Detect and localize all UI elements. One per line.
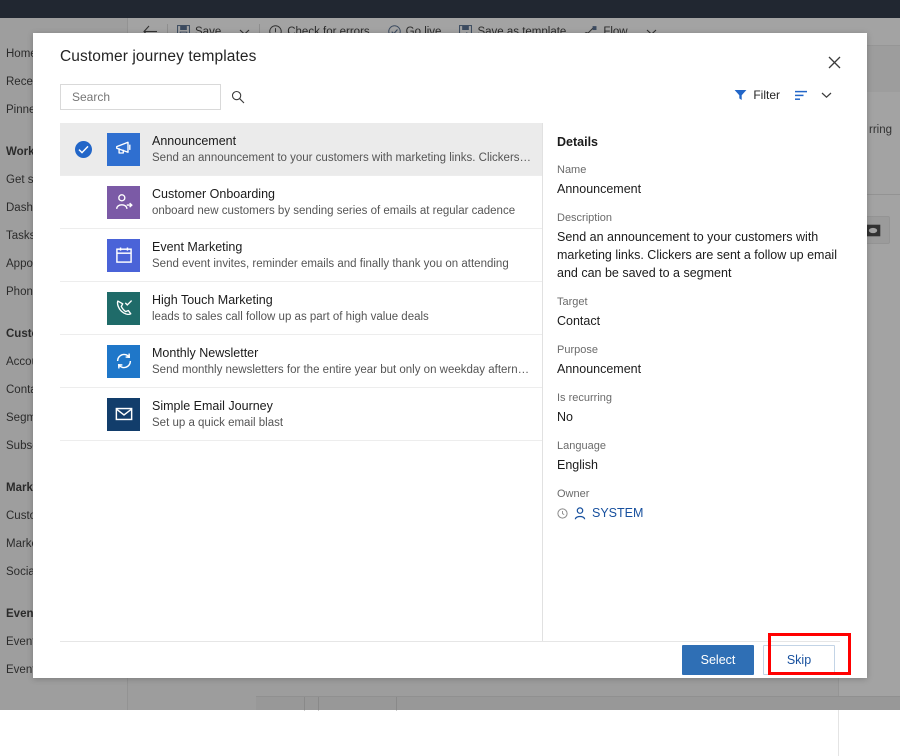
search-input[interactable]: [61, 90, 231, 104]
presence-icon: [557, 507, 568, 519]
template-text: Monthly Newsletter Send monthly newslette…: [152, 345, 542, 378]
detail-field-value: Contact: [557, 314, 601, 328]
filter-controls: Filter: [728, 85, 837, 105]
megaphone-icon: [107, 132, 140, 166]
skip-button[interactable]: Skip: [763, 644, 835, 675]
calendar-icon: [107, 238, 140, 272]
template-description: Set up a quick email blast: [152, 416, 284, 429]
detail-field-label: Purpose: [557, 344, 598, 356]
template-text: Announcement Send an announcement to your…: [152, 133, 542, 166]
template-name: Monthly Newsletter: [152, 345, 259, 360]
search-button[interactable]: [231, 85, 245, 109]
template-list-item[interactable]: Customer Onboarding onboard new customers…: [60, 176, 542, 229]
detail-field-label: Description: [557, 212, 613, 224]
detail-field-label: Language: [557, 440, 606, 452]
chevron-down-icon: [821, 92, 832, 99]
detail-field: Description Send an announcement to your …: [557, 211, 867, 282]
template-text: Event Marketing Send event invites, remin…: [152, 239, 517, 272]
owner-label: Owner: [557, 488, 590, 500]
select-button[interactable]: Select: [682, 644, 754, 675]
detail-field: Language English: [557, 439, 867, 474]
template-description: Send monthly newsletters for the entire …: [152, 363, 534, 376]
template-text: Simple Email Journey Set up a quick email…: [152, 398, 291, 431]
template-description: Send an announcement to your customers w…: [152, 151, 534, 164]
owner-field: Owner SYSTEM: [557, 487, 867, 520]
template-name: High Touch Marketing: [152, 292, 273, 307]
detail-field: Purpose Announcement: [557, 343, 867, 378]
detail-field-label: Is recurring: [557, 392, 613, 404]
template-name: Event Marketing: [152, 239, 243, 254]
template-name: Customer Onboarding: [152, 186, 275, 201]
search-icon: [231, 90, 245, 104]
detail-field-value: Send an announcement to your customers w…: [557, 230, 837, 280]
template-list-item[interactable]: Event Marketing Send event invites, remin…: [60, 229, 542, 282]
template-list-item[interactable]: High Touch Marketing leads to sales call …: [60, 282, 542, 335]
phone-check-icon: [107, 291, 140, 325]
detail-field-value: No: [557, 410, 573, 424]
template-list-item[interactable]: Monthly Newsletter Send monthly newslette…: [60, 335, 542, 388]
owner-name-link[interactable]: SYSTEM: [592, 506, 643, 520]
template-list-item[interactable]: Simple Email Journey Set up a quick email…: [60, 388, 542, 441]
dialog-title: Customer journey templates: [60, 48, 257, 65]
close-button[interactable]: [819, 47, 849, 77]
details-heading: Details: [557, 135, 598, 149]
dialog-toolbar: Filter: [33, 81, 867, 123]
template-description: onboard new customers by sending series …: [152, 204, 516, 217]
filter-button[interactable]: Filter: [728, 85, 786, 105]
template-text: High Touch Marketing leads to sales call …: [152, 292, 437, 325]
template-select-checkbox[interactable]: [60, 140, 107, 158]
detail-field-label: Name: [557, 164, 587, 176]
template-list[interactable]: Announcement Send an announcement to your…: [60, 123, 543, 641]
detail-field-value: Announcement: [557, 362, 642, 376]
sort-button[interactable]: [789, 87, 813, 104]
detail-field-value: English: [557, 458, 598, 472]
detail-field: Name Announcement: [557, 163, 867, 198]
sort-dropdown-button[interactable]: [816, 88, 837, 102]
dialog-header: Customer journey templates: [33, 33, 867, 81]
envelope-icon: [107, 397, 140, 431]
person-arrow-icon: [107, 185, 140, 219]
template-description: leads to sales call follow up as part of…: [152, 310, 429, 323]
owner-value[interactable]: SYSTEM: [557, 506, 867, 520]
sort-icon: [795, 90, 807, 100]
details-panel: Details Name Announcement Description Send …: [543, 123, 867, 641]
filter-label: Filter: [753, 88, 780, 102]
template-name: Announcement: [152, 133, 237, 148]
detail-field-value: Announcement: [557, 182, 642, 196]
template-description: Send event invites, reminder emails and …: [152, 257, 509, 270]
close-icon: [828, 56, 840, 68]
refresh-cycle-icon: [107, 344, 140, 378]
dialog-content: Announcement Send an announcement to your…: [33, 123, 867, 641]
detail-field-label: Target: [557, 296, 588, 308]
template-text: Customer Onboarding onboard new customers…: [152, 186, 523, 219]
search-box[interactable]: [60, 84, 245, 110]
filter-icon: [734, 90, 747, 100]
dialog-footer: Select Skip: [33, 641, 867, 678]
details-fields: Name Announcement Description Send an annou…: [557, 163, 867, 474]
person-icon: [574, 506, 586, 519]
customer-journey-templates-dialog: Customer journey templates Filter: [33, 33, 867, 678]
detail-field: Is recurring No: [557, 391, 867, 426]
detail-field: Target Contact: [557, 295, 867, 330]
check-circle-icon: [75, 140, 92, 158]
template-name: Simple Email Journey: [152, 398, 273, 413]
template-list-item[interactable]: Announcement Send an announcement to your…: [60, 123, 542, 176]
